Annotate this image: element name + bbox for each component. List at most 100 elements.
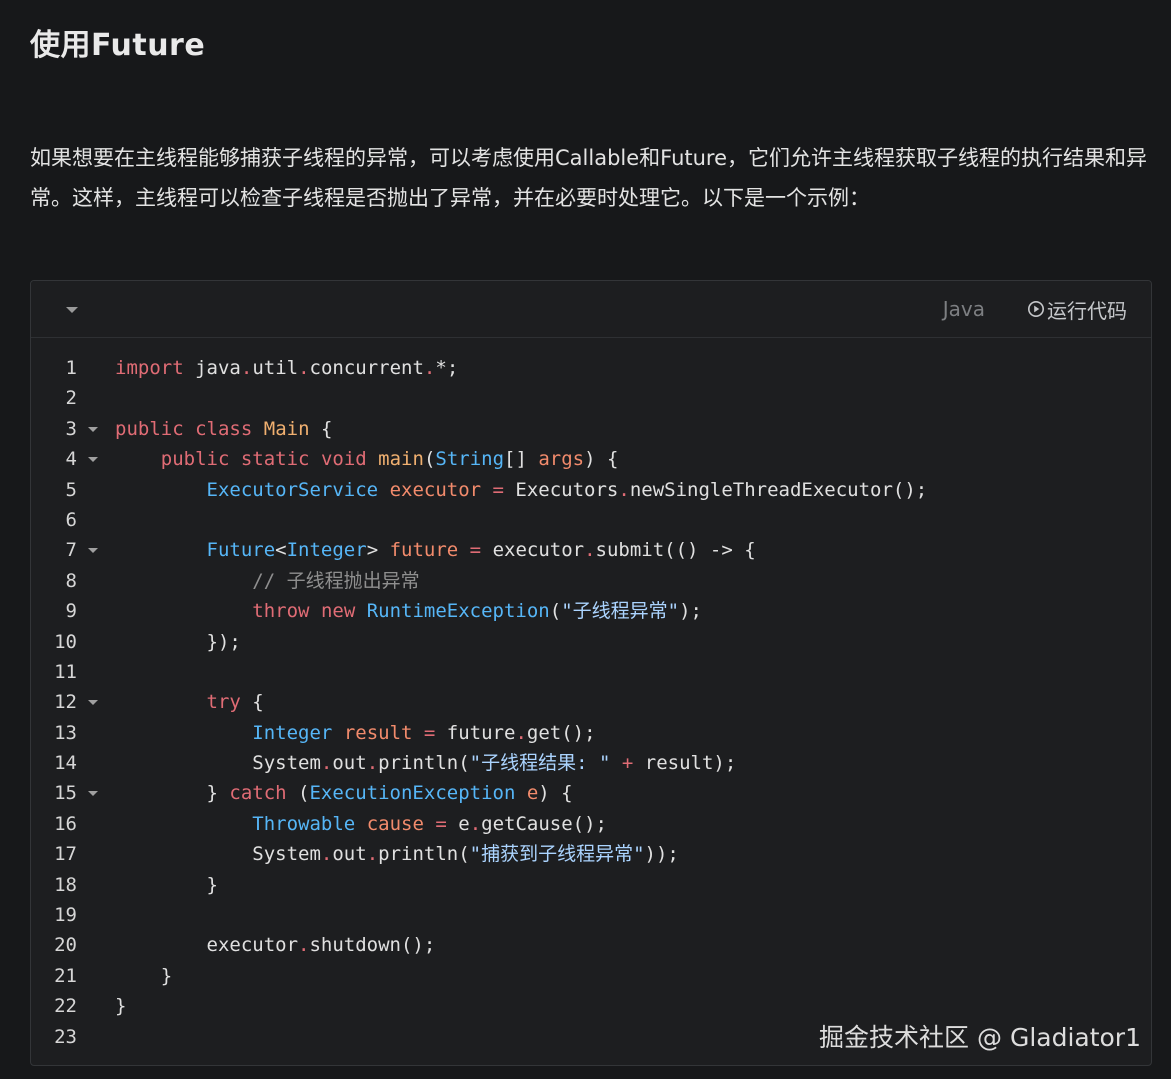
- code-token: .: [423, 357, 436, 379]
- code-token: e: [526, 782, 539, 805]
- code-text: }: [115, 870, 218, 900]
- code-text: public class Main {: [115, 414, 332, 444]
- code-token: out: [332, 843, 367, 866]
- line-number: 4: [65, 448, 77, 471]
- code-token: println(: [378, 752, 470, 775]
- line-number: 15: [54, 782, 77, 805]
- line-number: 17: [54, 843, 77, 866]
- code-lines: 1 import java.util.concurrent.*; 2 3 public …: [31, 353, 1151, 1052]
- line-number: 10: [54, 630, 77, 653]
- code-token: .: [366, 752, 379, 775]
- code-token: "捕获到子线程异常": [469, 843, 645, 866]
- code-token: .: [618, 478, 630, 501]
- code-token: class: [195, 417, 253, 440]
- code-text: System.out.println("子线程结果: " + result);: [115, 748, 736, 778]
- code-text: }: [115, 961, 172, 991]
- fold-toggle-icon[interactable]: [88, 457, 98, 463]
- line-number: 5: [65, 478, 77, 501]
- line-number: 6: [65, 508, 77, 531]
- code-token: +: [621, 752, 634, 775]
- code-token: public: [160, 448, 230, 471]
- line-number: 21: [54, 964, 77, 987]
- line-number: 3: [65, 417, 77, 440]
- code-token: .: [366, 843, 379, 866]
- code-token: .: [469, 812, 482, 835]
- code-token: Executors: [503, 478, 619, 501]
- code-token: }: [115, 873, 218, 896]
- code-line: 16 Throwable cause = e.getCause();: [31, 809, 1151, 839]
- code-token: e: [446, 812, 470, 835]
- code-line: 5 ExecutorService executor = Executors.n…: [31, 475, 1151, 505]
- code-line: 17 System.out.println("捕获到子线程异常"));: [31, 839, 1151, 869]
- code-text: Future<Integer> future = executor.submit…: [115, 535, 756, 565]
- code-token: .: [515, 721, 527, 744]
- code-token: .: [584, 539, 596, 562]
- code-token: .: [298, 357, 310, 379]
- code-token: =: [423, 721, 436, 744]
- code-token: }: [115, 964, 173, 987]
- code-token: System: [115, 843, 321, 866]
- code-token: (: [423, 448, 436, 471]
- code-token: "子线程结果: ": [469, 752, 611, 775]
- code-token: main: [378, 448, 424, 471]
- chevron-down-icon[interactable]: [65, 303, 79, 317]
- code-token: String: [435, 448, 505, 471]
- code-block-header: Java 运行代码: [31, 281, 1151, 338]
- code-line: 4 public static void main(String[] args)…: [31, 444, 1151, 474]
- line-number: 22: [54, 995, 77, 1018]
- code-token: Main: [263, 417, 310, 440]
- code-text: // 子线程抛出异常: [115, 566, 419, 596]
- code-line: 12 try {: [31, 687, 1151, 717]
- code-token: <: [275, 539, 287, 562]
- fold-toggle-icon[interactable]: [88, 791, 98, 797]
- code-token: new: [320, 600, 356, 623]
- section-heading: 使用Future: [30, 28, 206, 63]
- code-token: .: [298, 934, 310, 957]
- fold-toggle-icon[interactable]: [88, 426, 98, 432]
- run-code-button[interactable]: 运行代码: [1027, 295, 1127, 323]
- code-line: 6: [31, 505, 1151, 535]
- intro-paragraph: 如果想要在主线程能够捕获子线程的异常，可以考虑使用Callable和Future…: [30, 146, 1148, 210]
- code-token: import: [115, 357, 184, 379]
- code-token: }: [115, 782, 230, 805]
- code-token: =: [469, 539, 482, 562]
- code-language-label: Java: [942, 297, 985, 321]
- code-token: newSingleThreadExecutor();: [629, 478, 928, 501]
- code-token: cause: [366, 812, 424, 835]
- code-token: });: [115, 630, 241, 653]
- code-token: future: [389, 539, 459, 562]
- line-number: 18: [54, 873, 77, 896]
- code-line: 15 } catch (ExecutionException e) {: [31, 778, 1151, 808]
- code-token: executor: [481, 539, 585, 562]
- code-token: "子线程异常": [561, 600, 680, 623]
- line-number: 8: [65, 569, 77, 592]
- code-token: executor: [115, 934, 299, 957]
- code-token: args: [538, 448, 585, 471]
- fold-toggle-icon[interactable]: [88, 548, 98, 554]
- code-token: result: [343, 721, 413, 744]
- code-line: 14 System.out.println("子线程结果: " + result…: [31, 748, 1151, 778]
- code-token: submit(() -> {: [595, 539, 756, 562]
- code-line: 1 import java.util.concurrent.*;: [31, 353, 1151, 383]
- code-token: {: [309, 417, 333, 440]
- fold-toggle-icon[interactable]: [88, 700, 98, 706]
- code-text: ExecutorService executor = Executors.new…: [115, 475, 928, 505]
- code-token: future: [435, 721, 516, 744]
- code-token: try: [206, 691, 241, 714]
- code-line: 13 Integer result = future.get();: [31, 718, 1151, 748]
- code-line: 7 Future<Integer> future = executor.subm…: [31, 535, 1151, 565]
- code-token: ExecutionException: [309, 782, 516, 805]
